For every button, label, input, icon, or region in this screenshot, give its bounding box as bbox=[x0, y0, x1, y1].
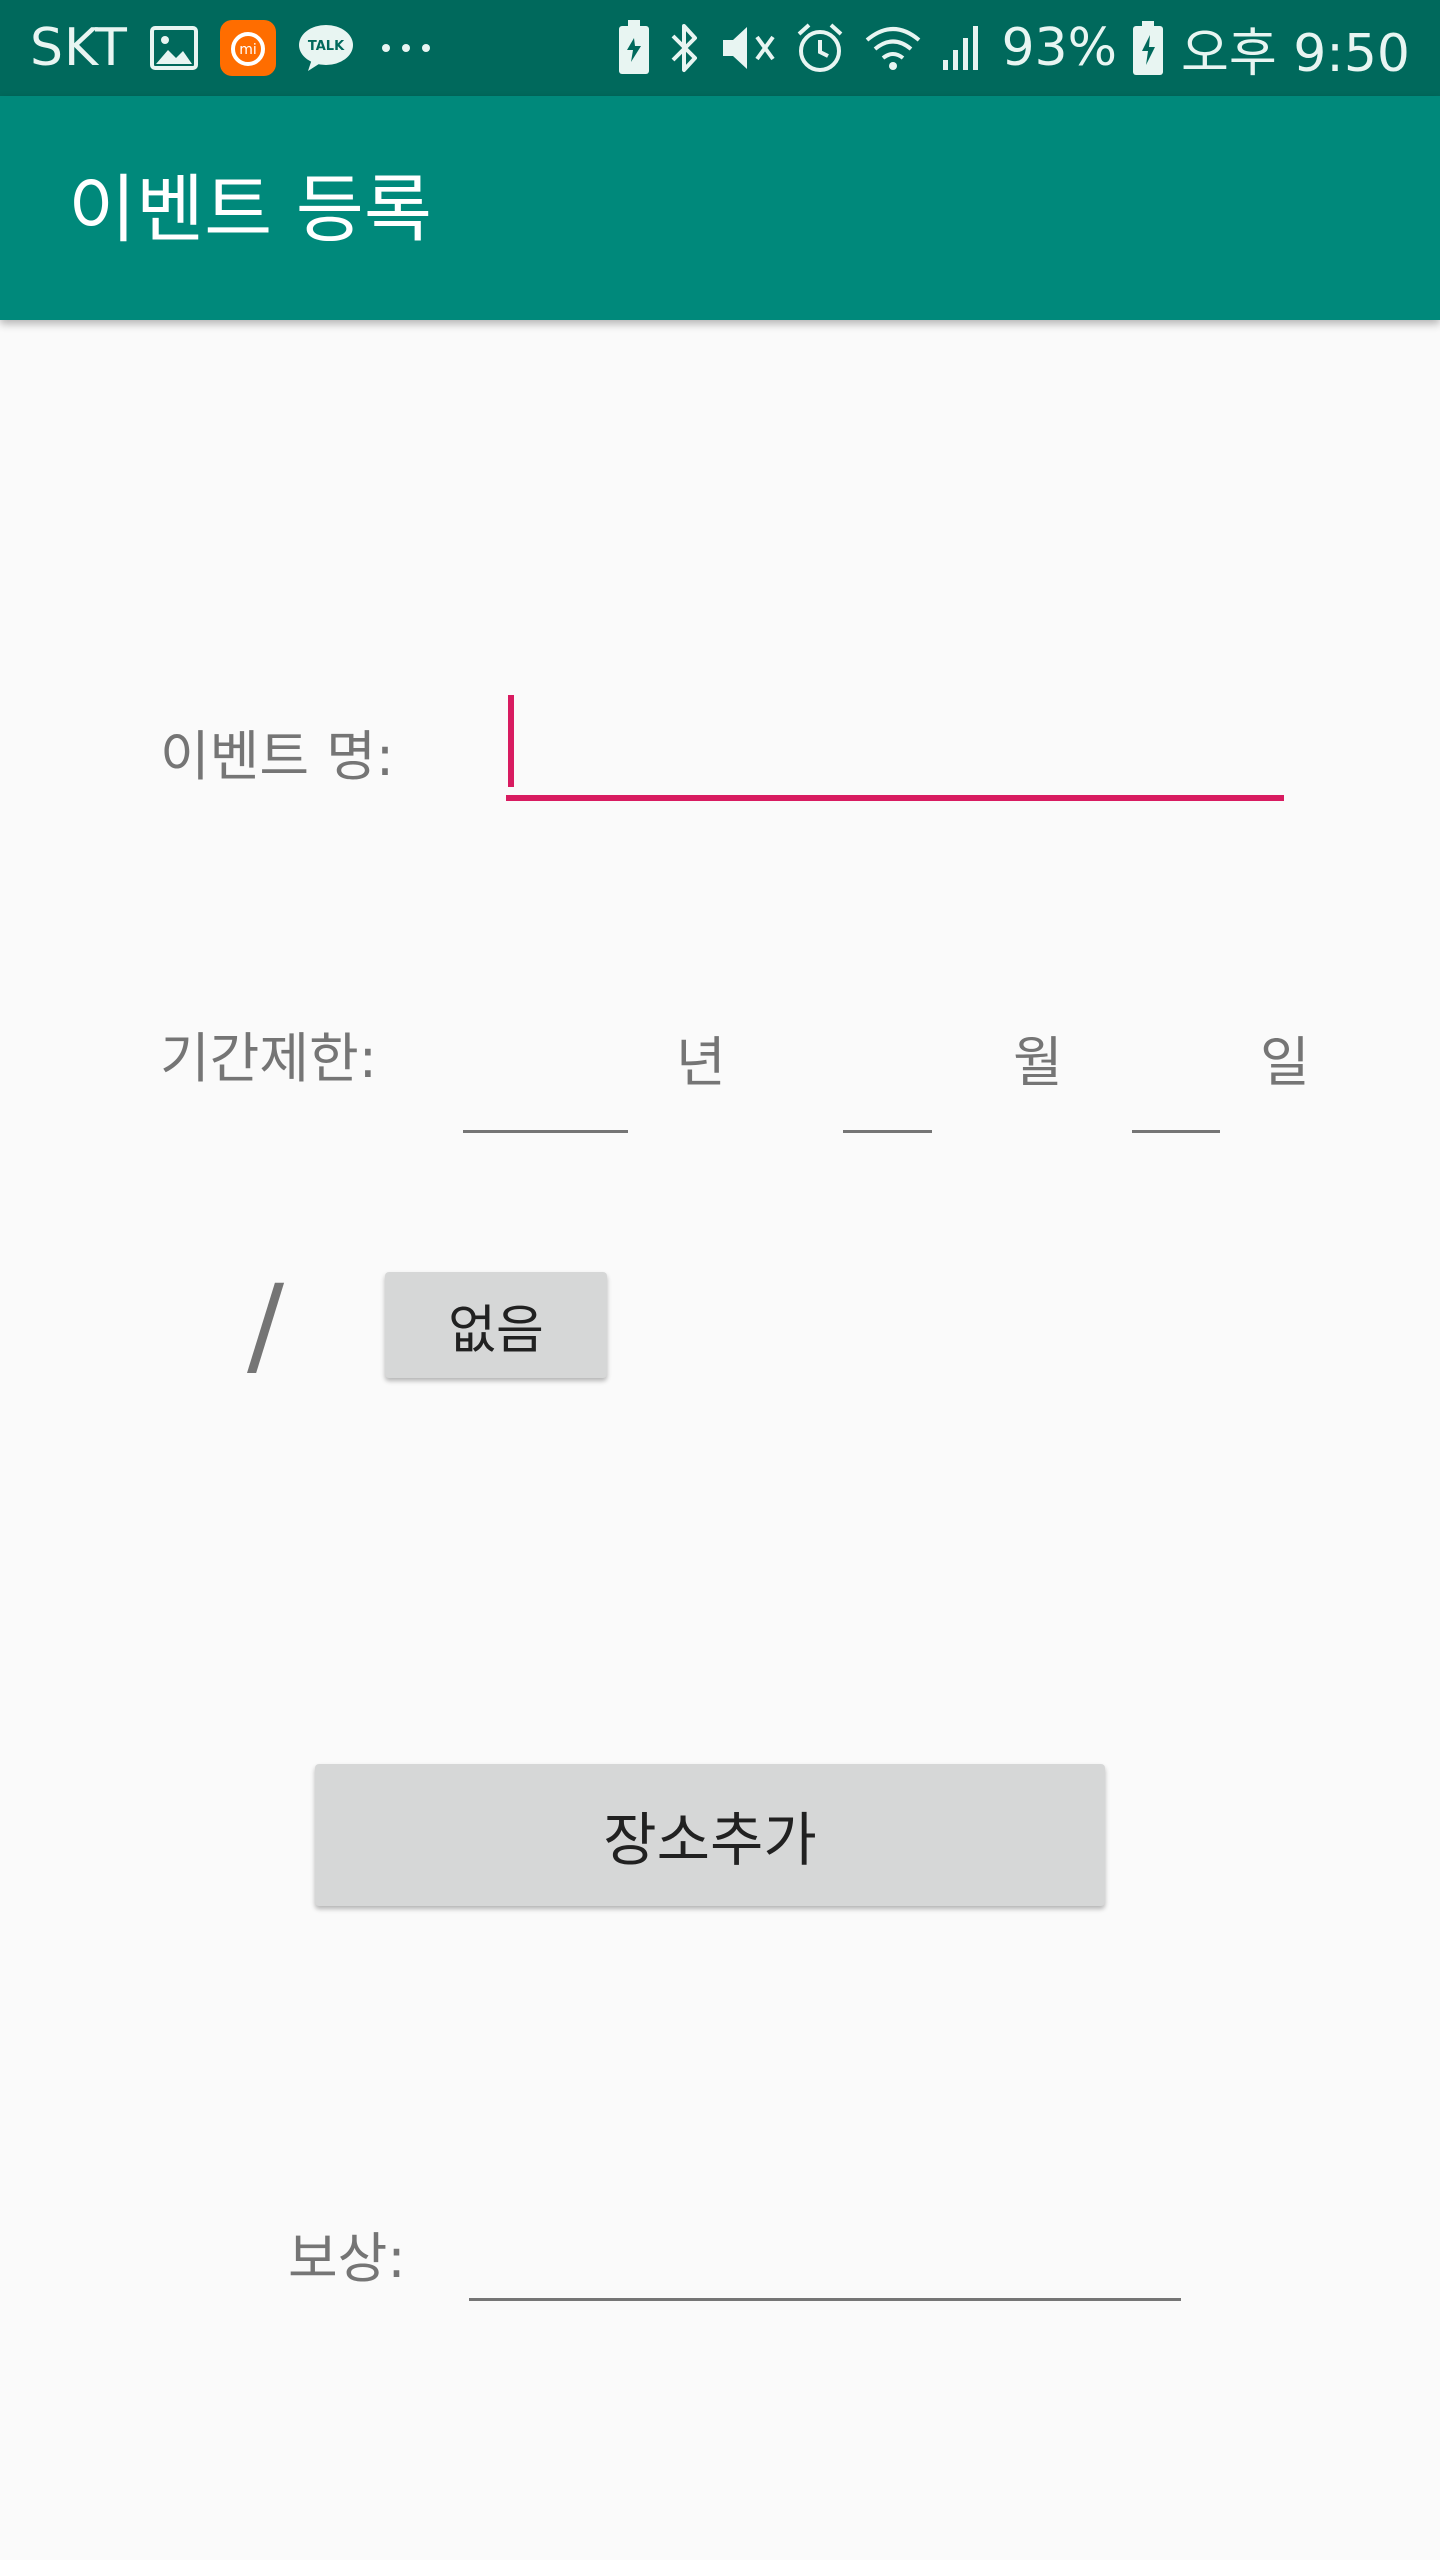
status-bar-left: SKT mi TALK bbox=[30, 0, 436, 96]
app-bar: 이벤트 등록 bbox=[0, 96, 1440, 320]
status-bar-right: 93% 오후 9:50 bbox=[617, 0, 1410, 96]
event-name-label: 이벤트 명: bbox=[160, 725, 395, 788]
reward-underline bbox=[469, 2298, 1181, 2301]
status-bar: SKT mi TALK 93% 오후 9:50 bbox=[0, 0, 1440, 96]
day-unit-label: 일 bbox=[1260, 1031, 1310, 1094]
slash-separator: / bbox=[247, 1261, 285, 1389]
battery-percent: 93% bbox=[1001, 18, 1118, 78]
gallery-icon bbox=[149, 26, 198, 70]
year-underline bbox=[463, 1130, 628, 1133]
mi-app-icon: mi bbox=[219, 20, 276, 76]
alarm-icon bbox=[795, 22, 845, 74]
signal-icon bbox=[941, 24, 983, 72]
bluetooth-icon bbox=[669, 20, 701, 76]
kakaotalk-icon: TALK bbox=[298, 23, 354, 73]
text-cursor bbox=[508, 695, 514, 787]
event-name-input[interactable] bbox=[506, 690, 1284, 805]
svg-text:mi: mi bbox=[239, 42, 257, 58]
year-unit-label: 년 bbox=[676, 1031, 726, 1094]
day-input[interactable] bbox=[1132, 1030, 1220, 1140]
page-title: 이벤트 등록 bbox=[68, 167, 432, 253]
mute-icon bbox=[719, 23, 777, 73]
clock: 오후 9:50 bbox=[1181, 23, 1410, 84]
add-place-button[interactable]: 장소추가 bbox=[315, 1764, 1105, 1906]
reward-label: 보상: bbox=[288, 2227, 406, 2290]
svg-text:TALK: TALK bbox=[308, 39, 345, 54]
month-unit-label: 월 bbox=[1013, 1031, 1063, 1094]
year-input[interactable] bbox=[463, 1030, 628, 1140]
carrier-name: SKT bbox=[30, 18, 128, 78]
battery-saver-icon bbox=[617, 20, 651, 76]
more-notifications-icon bbox=[376, 40, 436, 56]
wifi-icon bbox=[863, 24, 923, 72]
reward-input[interactable] bbox=[469, 2190, 1181, 2305]
none-button[interactable]: 없음 bbox=[385, 1272, 607, 1378]
month-input[interactable] bbox=[843, 1030, 932, 1140]
deadline-label: 기간제한: bbox=[160, 1027, 377, 1090]
month-underline bbox=[843, 1130, 932, 1133]
event-name-underline bbox=[506, 795, 1284, 801]
battery-icon bbox=[1133, 21, 1164, 75]
day-underline bbox=[1132, 1130, 1220, 1133]
